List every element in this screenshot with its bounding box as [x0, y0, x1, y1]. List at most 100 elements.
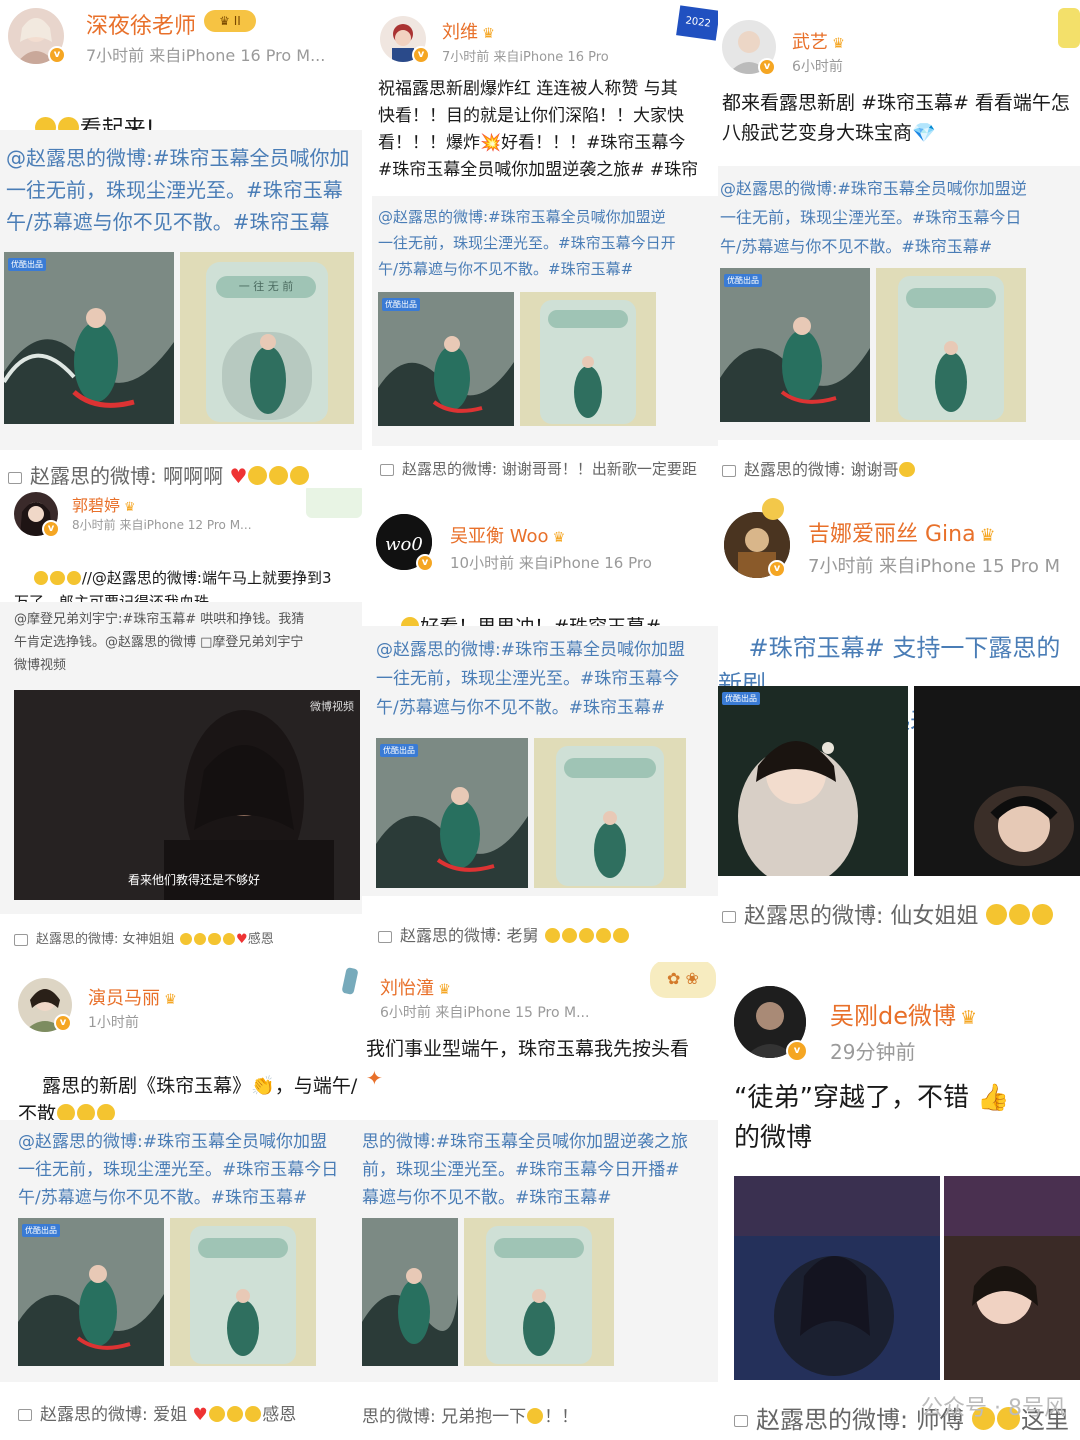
- verified-icon: v: [786, 1040, 808, 1062]
- username-text: 演员马丽: [88, 988, 160, 1009]
- poster-image[interactable]: [464, 1218, 614, 1366]
- comment-tail: 感恩: [262, 1405, 297, 1425]
- scream-emoji-icon: [50, 570, 65, 585]
- repost-box[interactable]: @赵露思的微博:#珠帘玉幕全员喊你加 一往无前，珠现尘湮光至。#珠帘玉幕 午/苏…: [0, 130, 362, 450]
- cry-emoji-icon: [561, 927, 577, 943]
- youku-tag: 优酷出品: [380, 744, 418, 757]
- poster-image[interactable]: 优酷出品: [18, 1218, 164, 1366]
- comment-tail: ！！: [544, 1407, 579, 1427]
- comment-text: 赵露思的微博: 啊啊啊: [30, 464, 224, 488]
- poster-image[interactable]: 优酷出品: [4, 252, 174, 424]
- username[interactable]: 刘维 ♛: [442, 18, 495, 44]
- repost-box[interactable]: @摩登兄弟刘宇宁:#珠帘玉幕# 哄哄和挣钱。我猜 午肯定选挣钱。@赵露思的微博 …: [0, 602, 362, 914]
- repost-box[interactable]: @赵露思的微博:#珠帘玉幕全员喊你加盟逆 一往无前，珠现尘湮光至。#珠帘玉幕今日…: [372, 196, 718, 446]
- video-player[interactable]: 微博视频 看来他们教得还是不够好: [14, 690, 360, 900]
- username[interactable]: 刘怡潼 ♛: [380, 974, 451, 1000]
- still-image[interactable]: 优酷出品: [718, 686, 908, 876]
- verified-icon: v: [42, 520, 60, 538]
- poster-image[interactable]: 优酷出品: [720, 268, 870, 422]
- comment-row[interactable]: 赵露思的微博: 啊啊啊 ♥: [8, 460, 310, 489]
- username[interactable]: 郭碧婷 ♛: [72, 492, 136, 516]
- sun-decoration-icon: [762, 498, 784, 520]
- still-image[interactable]: [734, 1176, 940, 1380]
- comment-row[interactable]: 赵露思的微博: 谢谢哥: [722, 456, 916, 480]
- comment-icon: [378, 930, 392, 943]
- username[interactable]: 演员马丽 ♛: [88, 984, 177, 1010]
- comment-row[interactable]: 思的微博: 兄弟抱一下 ！！: [362, 1402, 578, 1427]
- username-text: 刘维: [442, 22, 478, 43]
- username-text: 郭碧婷: [72, 496, 121, 515]
- post-card[interactable]: v 演员马丽 ♛ 1小时前 露思的新剧《珠帘玉幕》👏，与端午/ 不散 @赵露思的微…: [0, 962, 362, 1440]
- post-meta: 10小时前 来自iPhone 16 Pro: [450, 554, 652, 572]
- post-card[interactable]: v 吉娜爱丽丝 Gina ♛ 7小时前 来自iPhone 15 Pro M #珠帘…: [718, 494, 1080, 946]
- pray-emoji-icon: [208, 932, 221, 945]
- pray-emoji-icon: [194, 932, 207, 945]
- pray-emoji-icon: [226, 1405, 244, 1422]
- comment-row[interactable]: 赵露思的微博: 爱姐 ♥ 感恩: [18, 1400, 296, 1425]
- comment-row[interactable]: 赵露思的微博: 女神姐姐 ♥感恩: [14, 928, 274, 947]
- poster-image[interactable]: [520, 292, 656, 426]
- crown-icon: ♛: [164, 992, 177, 1008]
- heart-icon: ♥: [192, 1405, 208, 1425]
- post-card[interactable]: wo0 v 吴亚衡 Woo♛ 10小时前 来自iPhone 16 Pro 好看！…: [362, 494, 718, 956]
- pray-emoji-icon: [290, 466, 310, 485]
- username-text: 吴刚de微博: [830, 1002, 956, 1030]
- pray-emoji-icon: [527, 1407, 544, 1424]
- poster-image[interactable]: 一 往 无 前: [180, 252, 354, 424]
- username-text: 吴亚衡 Woo: [450, 526, 549, 547]
- comment-row[interactable]: 赵露思的微博: 老舅: [378, 922, 630, 946]
- decoration-image: [306, 488, 362, 518]
- repost-box[interactable]: @赵露思的微博:#珠帘玉幕全员喊你加盟逆 一往无前，珠现尘湮光至。#珠帘玉幕今日…: [718, 166, 1080, 440]
- still-image[interactable]: [914, 686, 1080, 876]
- post-meta: 7小时前 来自iPhone 16 Pro M...: [86, 46, 326, 65]
- pray-emoji-icon: [248, 466, 268, 485]
- username[interactable]: 武艺 ♛: [792, 28, 845, 54]
- comment-text: 赵露思的微博: 仙女姐姐: [744, 904, 979, 929]
- username[interactable]: 深夜徐老师: [86, 8, 196, 40]
- poster-image[interactable]: 优酷出品: [376, 738, 528, 888]
- username-text: 武艺: [792, 32, 828, 53]
- watermark: 公众号 · 8号风: [921, 1396, 1066, 1421]
- svg-text:wo0: wo0: [385, 534, 423, 555]
- cry-emoji-icon: [986, 904, 1008, 925]
- post-card[interactable]: 刘怡潼 ♛ ✿ ❀ 6小时前 来自iPhone 15 Pro M... 我们事业型…: [362, 962, 718, 1440]
- video-subtitle: 看来他们教得还是不够好: [128, 873, 261, 887]
- pray-emoji-icon: [613, 927, 629, 943]
- crown-icon: ♛: [552, 530, 566, 546]
- username[interactable]: 吴刚de微博 ♛: [830, 996, 977, 1031]
- post-card[interactable]: v 郭碧婷 ♛ 8小时前 来自iPhone 12 Pro M... //@赵露思的…: [0, 488, 362, 958]
- verified-icon: v: [416, 554, 434, 572]
- crown-icon: ♛: [482, 26, 495, 42]
- repost-text: @赵露思的微博:#珠帘玉幕全员喊你加 一往无前，珠现尘湮光至。#珠帘玉幕 午/苏…: [6, 146, 350, 234]
- poster-image[interactable]: [534, 738, 686, 888]
- poster-image[interactable]: [170, 1218, 316, 1366]
- still-image[interactable]: [944, 1176, 1080, 1380]
- post-card[interactable]: v 吴刚de微博 ♛ 29分钟前 “徒弟”穿越了，不错 👍 的微博 赵露思的微博:…: [718, 962, 1080, 1440]
- poster-image[interactable]: 优酷出品: [378, 292, 514, 426]
- scream-emoji-icon: [34, 570, 49, 585]
- comment-row[interactable]: 赵露思的微博: 谢谢哥哥！！出新歌一定要距: [380, 458, 697, 479]
- comment-text: 赵露思的微博: 女神姐姐: [36, 932, 175, 947]
- username[interactable]: 吴亚衡 Woo ♛: [450, 522, 565, 548]
- verified-icon: v: [48, 46, 66, 64]
- video-tag: 微博视频: [310, 700, 354, 713]
- repost-box[interactable]: 思的微博:#珠帘玉幕全员喊你加盟逆袭之旅 前，珠现尘湮光至。#珠帘玉幕今日开播#…: [362, 1120, 718, 1382]
- poster-image[interactable]: [876, 268, 1026, 422]
- crown-icon: ♛: [832, 36, 845, 52]
- post-meta: 29分钟前: [830, 1040, 916, 1064]
- comment-icon: [722, 464, 736, 477]
- tag-decoration-icon: [1058, 8, 1080, 48]
- laugh-emoji-icon: [544, 927, 560, 943]
- post-card[interactable]: v 刘维 ♛ 2022 7小时前 来自iPhone 16 Pro 祝福露思新剧爆炸…: [372, 0, 718, 490]
- comment-text: 赵露思的微博: 老舅: [400, 926, 539, 945]
- username[interactable]: 吉娜爱丽丝 Gina ♛: [808, 516, 995, 548]
- comment-tail: 感恩: [247, 932, 274, 947]
- comment-row[interactable]: 赵露思的微博: 仙女姐姐: [722, 898, 1054, 930]
- repost-box[interactable]: @赵露思的微博:#珠帘玉幕全员喊你加盟 一往无前，珠现尘湮光至。#珠帘玉幕今 午…: [362, 626, 718, 896]
- repost-box[interactable]: @赵露思的微博:#珠帘玉幕全员喊你加盟 一往无前，珠现尘湮光至。#珠帘玉幕今日 …: [0, 1120, 362, 1382]
- poster-image[interactable]: [362, 1218, 458, 1366]
- post-card[interactable]: v 深夜徐老师 ♛ II 7小时前 来自iPhone 16 Pro M... 看…: [0, 0, 362, 490]
- post-card[interactable]: v 武艺 ♛ 6小时前 都来看露思新剧 #珠帘玉幕# 看看端午怎 八般武艺变身大珠…: [718, 0, 1080, 490]
- repost-text: @赵露思的微博:#珠帘玉幕全员喊你加盟 一往无前，珠现尘湮光至。#珠帘玉幕今 午…: [376, 640, 685, 718]
- crown-icon: ♛: [438, 982, 451, 998]
